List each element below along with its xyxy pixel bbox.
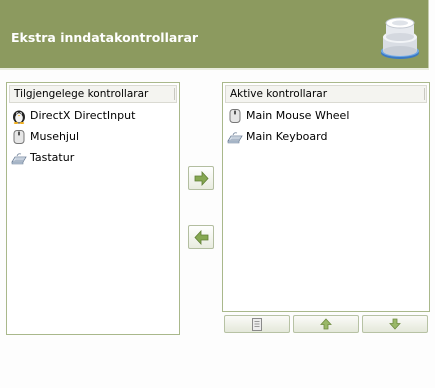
list-item[interactable]: Tastatur bbox=[9, 148, 177, 169]
mouse-icon bbox=[229, 109, 241, 123]
header-divider bbox=[0, 68, 429, 70]
arrow-down-icon bbox=[389, 318, 401, 330]
add-controller-button[interactable] bbox=[188, 166, 214, 190]
move-down-button[interactable] bbox=[362, 315, 428, 333]
list-item-label: Main Keyboard bbox=[246, 130, 328, 143]
arrow-right-icon bbox=[194, 170, 209, 187]
input-controllers-stack-icon bbox=[381, 17, 419, 59]
active-controllers-list: Main Mouse Wheel Main Keyboard bbox=[225, 106, 427, 148]
list-item[interactable]: Main Mouse Wheel bbox=[225, 106, 427, 127]
available-controllers-list: DirectX DirectInput Musehjul Tastatur bbox=[9, 106, 177, 169]
list-item-label: DirectX DirectInput bbox=[30, 109, 136, 122]
page-title: Ekstra inndatakontrollarar bbox=[11, 30, 199, 45]
list-item-label: Main Mouse Wheel bbox=[246, 109, 350, 122]
configure-controller-button[interactable] bbox=[224, 315, 290, 333]
keyboard-icon bbox=[227, 132, 243, 144]
properties-icon bbox=[252, 318, 262, 331]
wizard-header: Ekstra inndatakontrollarar bbox=[0, 0, 429, 68]
move-up-button[interactable] bbox=[293, 315, 359, 333]
list-item[interactable]: DirectX DirectInput bbox=[9, 106, 177, 127]
list-item-label: Musehjul bbox=[30, 130, 80, 143]
list-item[interactable]: Main Keyboard bbox=[225, 127, 427, 148]
list-item[interactable]: Musehjul bbox=[9, 127, 177, 148]
arrow-up-icon bbox=[320, 318, 332, 330]
remove-controller-button[interactable] bbox=[188, 225, 214, 249]
list-item-label: Tastatur bbox=[30, 151, 75, 164]
keyboard-icon bbox=[11, 153, 27, 165]
mouse-icon bbox=[13, 130, 25, 144]
available-column-header[interactable]: Tilgjengelege kontrollarar bbox=[9, 85, 177, 103]
available-controllers-panel[interactable]: Tilgjengelege kontrollarar DirectX Direc… bbox=[6, 82, 180, 335]
active-controllers-panel[interactable]: Aktive kontrollarar Main Mouse Wheel Mai… bbox=[222, 82, 430, 312]
active-column-header[interactable]: Aktive kontrollarar bbox=[225, 85, 427, 103]
arrow-left-icon bbox=[194, 229, 209, 246]
directx-penguin-icon bbox=[13, 110, 25, 124]
